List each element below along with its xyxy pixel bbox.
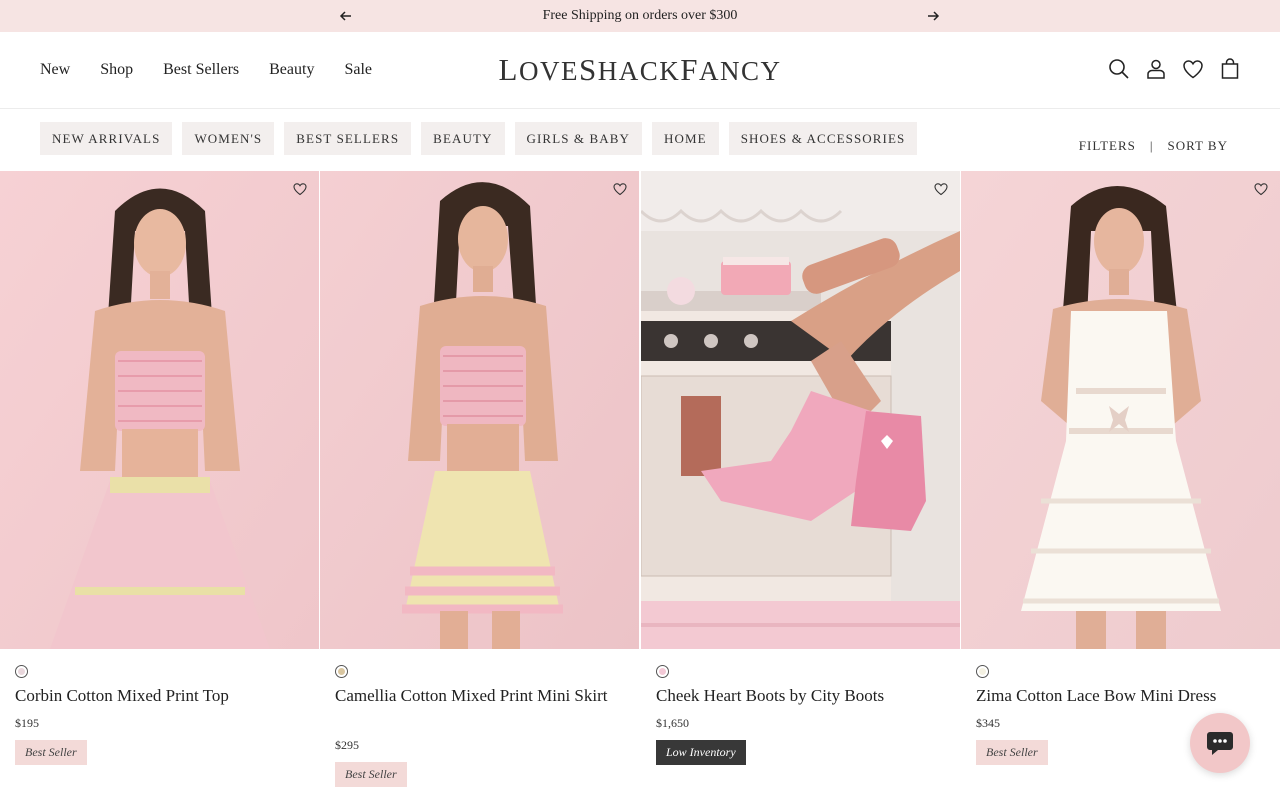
- sort-by-button[interactable]: SORT BY: [1167, 138, 1228, 154]
- product-card: Cheek Heart Boots by City Boots $1,650 L…: [641, 171, 960, 800]
- site-header: New Shop Best Sellers Beauty Sale LOVESH…: [0, 32, 1280, 109]
- chat-button[interactable]: [1190, 713, 1250, 773]
- color-swatch[interactable]: [15, 665, 28, 678]
- color-swatch[interactable]: [656, 665, 669, 678]
- product-card: Corbin Cotton Mixed Print Top $195 Best …: [0, 171, 319, 800]
- category-womens[interactable]: WOMEN'S: [182, 122, 275, 155]
- color-swatch[interactable]: [976, 665, 989, 678]
- product-price: $195: [15, 716, 39, 730]
- product-name[interactable]: Corbin Cotton Mixed Print Top: [15, 685, 295, 707]
- header-icons: [1107, 57, 1242, 81]
- product-card: Zima Cotton Lace Bow Mini Dress $345 Bes…: [961, 171, 1280, 800]
- category-home[interactable]: HOME: [652, 122, 719, 155]
- search-icon[interactable]: [1107, 57, 1131, 81]
- toolbar-separator: |: [1149, 138, 1154, 153]
- category-filter-bar: NEW ARRIVALS WOMEN'S BEST SELLERS BEAUTY…: [40, 122, 918, 155]
- swatch-color-fill: [979, 668, 986, 675]
- product-card: Camellia Cotton Mixed Print Mini Skirt $…: [320, 171, 639, 800]
- filter-sort-toolbar: FILTERS | SORT BY: [1079, 138, 1228, 154]
- announcement-bar: Free Shipping on orders over $300: [0, 0, 1280, 32]
- product-price: $345: [976, 716, 1000, 730]
- wishlist-heart-icon[interactable]: [1181, 57, 1205, 81]
- product-badge: Best Seller: [15, 740, 87, 765]
- category-best-sellers[interactable]: BEST SELLERS: [284, 122, 412, 155]
- product-name[interactable]: Zima Cotton Lace Bow Mini Dress: [976, 685, 1256, 707]
- wishlist-heart-icon[interactable]: [1254, 182, 1268, 196]
- wishlist-heart-icon[interactable]: [293, 182, 307, 196]
- category-shoes-accessories[interactable]: SHOES & ACCESSORIES: [728, 122, 918, 155]
- filters-button[interactable]: FILTERS: [1079, 138, 1136, 154]
- shopping-bag-icon[interactable]: [1218, 57, 1242, 81]
- category-beauty[interactable]: BEAUTY: [421, 122, 505, 155]
- announcement-text: Free Shipping on orders over $300: [542, 8, 738, 23]
- product-price: $1,650: [656, 716, 689, 730]
- product-grid: Corbin Cotton Mixed Print Top $195 Best …: [0, 171, 1280, 800]
- category-girls-baby[interactable]: GIRLS & BABY: [514, 122, 642, 155]
- product-image[interactable]: [0, 171, 319, 649]
- product-badge: Low Inventory: [656, 740, 746, 765]
- color-swatch[interactable]: [335, 665, 348, 678]
- wishlist-heart-icon[interactable]: [934, 182, 948, 196]
- product-badge: Best Seller: [976, 740, 1048, 765]
- product-image[interactable]: [641, 171, 960, 649]
- product-image[interactable]: [320, 171, 639, 649]
- account-icon[interactable]: [1144, 57, 1168, 81]
- product-name[interactable]: Cheek Heart Boots by City Boots: [656, 685, 936, 707]
- product-image[interactable]: [961, 171, 1280, 649]
- wishlist-heart-icon[interactable]: [613, 182, 627, 196]
- product-badge: Best Seller: [335, 762, 407, 787]
- brand-logo[interactable]: LOVESHACKFANCY: [0, 52, 1280, 88]
- product-name[interactable]: Camellia Cotton Mixed Print Mini Skirt: [335, 685, 615, 707]
- category-new-arrivals[interactable]: NEW ARRIVALS: [40, 122, 173, 155]
- swatch-color-fill: [338, 668, 345, 675]
- chat-bubble-icon: [1207, 732, 1233, 755]
- swatch-color-fill: [659, 668, 666, 675]
- product-price: $295: [335, 738, 359, 752]
- arrow-right-icon[interactable]: [925, 8, 941, 24]
- swatch-color-fill: [18, 668, 25, 675]
